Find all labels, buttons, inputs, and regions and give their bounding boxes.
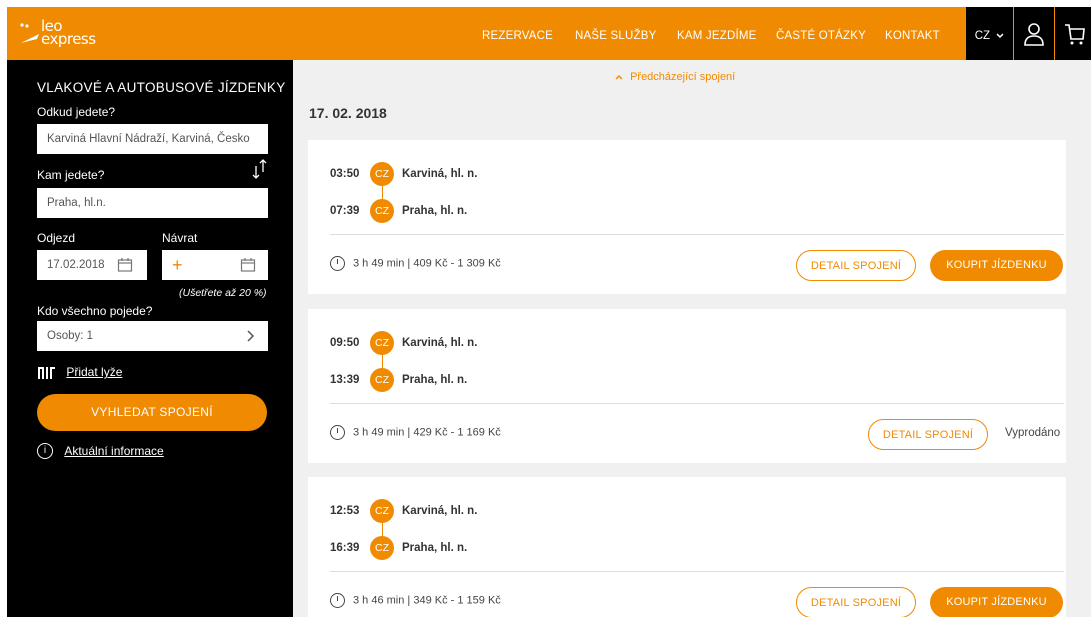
country-badge: CZ	[370, 499, 394, 523]
country-badge: CZ	[370, 199, 394, 223]
clock-icon	[330, 425, 345, 440]
country-badge: CZ	[370, 331, 394, 355]
departure-time: 12:53	[330, 505, 360, 518]
return-discount-note: (Ušetřete až 20 %)	[179, 287, 267, 299]
user-icon	[1024, 23, 1044, 46]
connection-summary: 3 h 49 min | 429 Kč - 1 169 Kč	[330, 425, 501, 440]
departure-time: 03:50	[330, 168, 360, 181]
arrival-time: 16:39	[330, 542, 360, 555]
calendar-icon[interactable]	[240, 257, 256, 273]
departure-time: 09:50	[330, 337, 360, 350]
user-account-button[interactable]	[1014, 7, 1054, 60]
clock-icon	[330, 256, 345, 271]
arrival-time: 07:39	[330, 205, 360, 218]
search-sidebar: VLAKOVÉ A AUTOBUSOVÉ JÍZDENKY Odkud jede…	[7, 60, 293, 617]
passengers-select[interactable]: Osoby: 1	[37, 321, 268, 351]
depart-date-input[interactable]: 17.02.2018	[37, 250, 147, 280]
connection-summary: 3 h 49 min | 409 Kč - 1 309 Kč	[330, 256, 501, 271]
logo-text-express: express	[41, 30, 96, 48]
country-badge: CZ	[370, 162, 394, 186]
skis-icon	[38, 367, 55, 380]
buy-ticket-button[interactable]: KOUPIT JÍZDENKU	[930, 587, 1063, 617]
logo-mark-icon	[20, 23, 39, 43]
calendar-icon[interactable]	[117, 257, 133, 273]
arrival-row: 13:39 CZ Praha, hl. n.	[330, 368, 468, 392]
arrival-row: 07:39 CZ Praha, hl. n.	[330, 199, 468, 223]
from-label: Odkud jedete?	[37, 105, 116, 119]
result-date: 17. 02. 2018	[309, 105, 387, 121]
departure-row: 03:50 CZ Karviná, hl. n.	[330, 162, 478, 186]
previous-connections-link[interactable]: Předcházející spojení	[615, 71, 735, 83]
departure-row: 09:50 CZ Karviná, hl. n.	[330, 331, 478, 355]
chevron-down-icon	[996, 33, 1004, 39]
connection-card: 12:53 CZ Karviná, hl. n. 16:39 CZ Praha, hl.…	[308, 477, 1066, 617]
country-badge: CZ	[370, 368, 394, 392]
duration-price: 3 h 46 min | 349 Kč - 1 159 Kč	[353, 594, 501, 607]
card-divider	[330, 234, 1064, 235]
chevron-right-icon	[247, 330, 255, 342]
cart-icon	[1065, 24, 1085, 45]
depart-label: Odjezd	[37, 231, 76, 245]
detail-connection-button[interactable]: DETAIL SPOJENÍ	[796, 250, 916, 281]
return-date-input[interactable]: +	[162, 250, 268, 280]
nav-nase-sluzby[interactable]: NAŠE SLUŽBY	[575, 7, 656, 60]
nav-rezervace[interactable]: REZERVACE	[482, 7, 553, 60]
sold-out-label: Vyprodáno	[1005, 427, 1061, 439]
card-divider	[330, 571, 1064, 572]
leo-express-logo[interactable]: leo express	[19, 17, 109, 51]
add-skis-link[interactable]: Přidat lyže	[66, 365, 122, 379]
departure-station: Karviná, hl. n.	[402, 168, 478, 181]
card-divider	[330, 403, 1064, 404]
language-selector[interactable]: CZ	[966, 7, 1013, 60]
swap-direction-icon[interactable]	[252, 158, 268, 185]
search-connections-button[interactable]: VYHLEDAT SPOJENÍ	[37, 394, 267, 431]
cart-button[interactable]	[1055, 7, 1091, 60]
depart-date-value: 17.02.2018	[47, 259, 105, 271]
duration-price: 3 h 49 min | 409 Kč - 1 309 Kč	[353, 257, 501, 270]
to-label: Kam jedete?	[37, 168, 105, 182]
current-info-row[interactable]: i Aktuální informace	[37, 443, 164, 459]
arrival-station: Praha, hl. n.	[402, 374, 468, 387]
chevron-up-icon	[615, 75, 623, 80]
departure-station: Karviná, hl. n.	[402, 337, 478, 350]
return-label: Návrat	[162, 231, 198, 245]
connection-card: 03:50 CZ Karviná, hl. n. 07:39 CZ Praha, hl.…	[308, 140, 1066, 294]
sidebar-title: VLAKOVÉ A AUTOBUSOVÉ JÍZDENKY	[37, 80, 286, 95]
app-frame: leo express REZERVACE NAŠE SLUŽBY KAM JE…	[7, 7, 1091, 617]
connection-card: 09:50 CZ Karviná, hl. n. 13:39 CZ Praha, hl.…	[308, 309, 1066, 463]
nav-caste-otazky[interactable]: ČASTÉ OTÁZKY	[776, 7, 866, 60]
departure-station: Karviná, hl. n.	[402, 505, 478, 518]
add-skis-row[interactable]: Přidat lyže	[37, 365, 122, 380]
add-return-icon[interactable]: +	[172, 255, 183, 275]
duration-price: 3 h 49 min | 429 Kč - 1 169 Kč	[353, 426, 501, 439]
passengers-label: Kdo všechno pojede?	[37, 304, 153, 318]
detail-connection-button[interactable]: DETAIL SPOJENÍ	[868, 419, 988, 450]
arrival-time: 13:39	[330, 374, 360, 387]
arrival-station: Praha, hl. n.	[402, 542, 468, 555]
previous-connections-label: Předcházející spojení	[630, 71, 736, 83]
connection-summary: 3 h 46 min | 349 Kč - 1 159 Kč	[330, 593, 501, 608]
arrival-station: Praha, hl. n.	[402, 205, 468, 218]
detail-connection-button[interactable]: DETAIL SPOJENÍ	[796, 587, 916, 617]
nav-kontakt[interactable]: KONTAKT	[885, 7, 940, 60]
arrival-row: 16:39 CZ Praha, hl. n.	[330, 536, 468, 560]
country-badge: CZ	[370, 536, 394, 560]
nav-kam-jezdime[interactable]: KAM JEZDÍME	[677, 7, 757, 60]
info-icon: i	[37, 443, 53, 459]
departure-row: 12:53 CZ Karviná, hl. n.	[330, 499, 478, 523]
from-input[interactable]: Karviná Hlavní Nádraží, Karviná, Česko	[37, 124, 268, 154]
top-bar: leo express REZERVACE NAŠE SLUŽBY KAM JE…	[7, 7, 1091, 60]
passengers-value: Osoby: 1	[47, 330, 94, 342]
language-label: CZ	[974, 30, 991, 42]
clock-icon	[330, 593, 345, 608]
to-input[interactable]: Praha, hl.n.	[37, 188, 268, 218]
buy-ticket-button[interactable]: KOUPIT JÍZDENKU	[930, 250, 1063, 281]
current-info-link[interactable]: Aktuální informace	[64, 444, 163, 458]
